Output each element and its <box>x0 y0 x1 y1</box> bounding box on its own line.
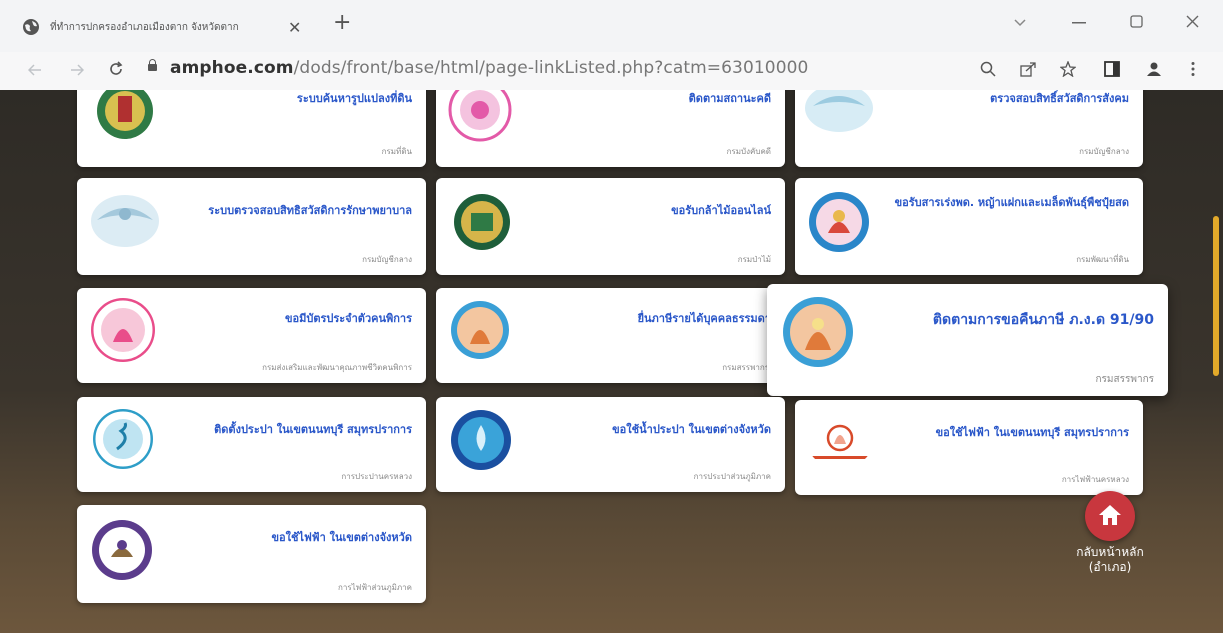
service-card-case-status[interactable]: ติดตามสถานะคดี กรมบังคับคดี <box>436 90 785 167</box>
browser-toolbar: amphoe.com/dods/front/base/html/page-lin… <box>0 52 1223 90</box>
service-card-income-tax[interactable]: ยื่นภาษีรายได้บุคคลธรรมดา กรมสรรพากร <box>436 288 785 383</box>
chevron-down-icon[interactable] <box>1014 19 1026 27</box>
reload-icon[interactable] <box>108 61 124 77</box>
card-agency: กรมบัญชีกลาง <box>362 255 412 264</box>
card-title: ติดตามสถานะคดี <box>688 92 771 105</box>
card-title: ขอใช้ไฟฟ้า ในเขตต่างจังหวัด <box>271 531 412 544</box>
plus-icon[interactable]: + <box>333 12 351 34</box>
revenue-department-logo <box>783 297 853 367</box>
card-title: ระบบค้นหารูปแปลงที่ดิน <box>296 92 412 105</box>
home-icon <box>1099 505 1121 525</box>
legal-execution-department-logo <box>448 90 512 142</box>
browser-tab[interactable]: ที่ทำการปกครองอำเภอเมืองตาก จังหวัดตาก ✕ <box>22 10 322 44</box>
globe-icon <box>23 19 39 35</box>
service-card-water-bangkok[interactable]: ติดตั้งประปา ในเขตนนทบุรี สมุทรปราการ กา… <box>77 397 426 492</box>
service-card-welfare-check[interactable]: ตรวจสอบสิทธิ์สวัสดิการสังคม กรมบัญชีกลาง <box>795 90 1143 167</box>
card-agency: กรมที่ดิน <box>381 147 412 156</box>
revenue-department-logo <box>451 301 509 359</box>
card-agency: กรมป่าไม้ <box>737 255 771 264</box>
provincial-waterworks-logo <box>451 410 511 470</box>
menu-icon[interactable] <box>1190 61 1196 77</box>
url-host: amphoe.com <box>170 58 294 78</box>
service-card-electricity-bangkok[interactable]: ขอใช้ไฟฟ้า ในเขตนนทบุรี สมุทรปราการ การไ… <box>795 400 1143 495</box>
sidebar-icon[interactable] <box>1104 61 1120 77</box>
card-agency: กรมบังคับคดี <box>726 147 771 156</box>
card-title: ขอรับกล้าไม้ออนไลน์ <box>671 204 771 217</box>
forest-department-logo <box>454 194 510 250</box>
maximize-icon[interactable] <box>1130 15 1143 28</box>
card-title: ยื่นภาษีรายได้บุคคลธรรมดา <box>637 312 771 325</box>
minimize-icon[interactable] <box>1072 22 1086 24</box>
metropolitan-waterworks-logo <box>93 409 153 469</box>
address-bar[interactable]: amphoe.com/dods/front/base/html/page-lin… <box>170 58 808 78</box>
land-department-logo <box>97 90 153 139</box>
service-card-medical-welfare[interactable]: ระบบตรวจสอบสิทธิสวัสดิการรักษาพยาบาล กรม… <box>77 178 426 275</box>
metropolitan-electricity-logo <box>812 424 868 459</box>
card-title: ระบบตรวจสอบสิทธิสวัสดิการรักษาพยาบาล <box>208 204 412 217</box>
card-title: ขอใช้ไฟฟ้า ในเขตนนทบุรี สมุทรปราการ <box>935 426 1129 439</box>
back-icon[interactable] <box>28 64 42 76</box>
card-agency: การประปานครหลวง <box>341 472 412 481</box>
home-label-line1: กลับหน้าหลัก <box>1076 545 1144 559</box>
lock-icon[interactable] <box>148 59 157 71</box>
card-title: ขอมีบัตรประจำตัวคนพิการ <box>284 312 412 325</box>
zoom-icon[interactable] <box>980 61 996 77</box>
home-button[interactable] <box>1085 491 1135 541</box>
service-card-disability-card[interactable]: ขอมีบัตรประจำตัวคนพิการ กรมส่งเสริมและพั… <box>77 288 426 383</box>
browser-tab-bar: ที่ทำการปกครองอำเภอเมืองตาก จังหวัดตาก ✕… <box>0 0 1223 52</box>
service-card-land-map[interactable]: ระบบค้นหารูปแปลงที่ดิน กรมที่ดิน <box>77 90 426 167</box>
card-title: ขอใช้น้ำประปา ในเขตต่างจังหวัด <box>612 423 771 436</box>
star-icon[interactable] <box>1060 61 1076 77</box>
card-title: ติดตามการขอคืนภาษี ภ.ง.ด 91/90 <box>932 312 1154 328</box>
share-icon[interactable] <box>1020 61 1037 77</box>
card-agency: กรมสรรพากร <box>1095 374 1155 385</box>
service-card-seedlings[interactable]: ขอรับกล้าไม้ออนไลน์ กรมป่าไม้ <box>436 178 785 275</box>
comptroller-general-logo <box>805 90 873 132</box>
tab-title: ที่ทำการปกครองอำเภอเมืองตาก จังหวัดตาก <box>50 21 239 33</box>
home-button-label[interactable]: กลับหน้าหลัก (อำเภอ) <box>1058 545 1162 575</box>
card-agency: กรมสรรพากร <box>722 363 769 372</box>
scrollbar-thumb[interactable] <box>1213 216 1219 376</box>
service-card-electricity-provincial[interactable]: ขอใช้ไฟฟ้า ในเขตต่างจังหวัด การไฟฟ้าส่วน… <box>77 505 426 603</box>
card-title: ขอรับสารเร่งพด. หญ้าแฝกและเมล็ดพันธุ์พืช… <box>894 196 1129 209</box>
provincial-electricity-logo <box>92 520 152 580</box>
disability-department-logo <box>91 298 155 362</box>
url-path: /dods/front/base/html/page-linkListed.ph… <box>293 58 809 78</box>
card-agency: การประปาส่วนภูมิภาค <box>693 472 771 481</box>
window-close-icon[interactable] <box>1186 15 1199 28</box>
close-icon[interactable]: ✕ <box>288 18 301 37</box>
comptroller-general-logo <box>91 195 159 247</box>
page-content: ระบบค้นหารูปแปลงที่ดิน กรมที่ดิน ติดตามส… <box>0 90 1223 633</box>
card-agency: กรมบัญชีกลาง <box>1079 147 1129 156</box>
card-title: ติดตั้งประปา ในเขตนนทบุรี สมุทรปราการ <box>214 423 412 436</box>
land-development-department-logo <box>809 192 869 252</box>
forward-icon[interactable] <box>70 64 84 76</box>
card-agency: กรมส่งเสริมและพัฒนาคุณภาพชีวิตคนพิการ <box>262 363 412 372</box>
service-card-water-provincial[interactable]: ขอใช้น้ำประปา ในเขตต่างจังหวัด การประปาส… <box>436 397 785 492</box>
card-agency: การไฟฟ้านครหลวง <box>1061 475 1129 484</box>
home-label-line2: (อำเภอ) <box>1088 560 1132 574</box>
profile-icon[interactable] <box>1146 61 1162 77</box>
card-agency: การไฟฟ้าส่วนภูมิภาค <box>338 583 412 592</box>
card-agency: กรมพัฒนาที่ดิน <box>1076 255 1129 264</box>
card-title: ตรวจสอบสิทธิ์สวัสดิการสังคม <box>990 92 1129 105</box>
service-card-land-development[interactable]: ขอรับสารเร่งพด. หญ้าแฝกและเมล็ดพันธุ์พืช… <box>795 178 1143 275</box>
service-card-tax-refund-tracking[interactable]: ติดตามการขอคืนภาษี ภ.ง.ด 91/90 กรมสรรพาก… <box>767 284 1168 396</box>
